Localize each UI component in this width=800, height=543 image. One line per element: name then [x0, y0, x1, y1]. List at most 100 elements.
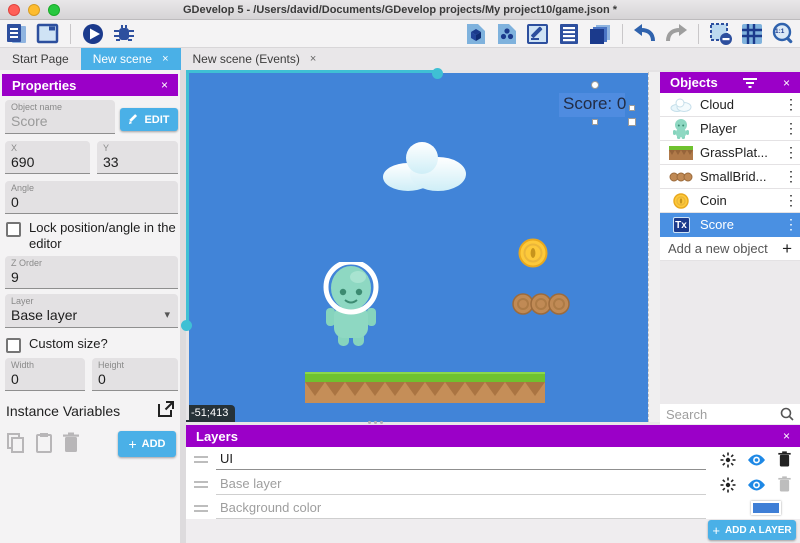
edit-button[interactable]: EDIT: [120, 108, 178, 131]
add-variable-button[interactable]: + ADD: [118, 431, 176, 457]
canvas-right-scroll-track[interactable]: [648, 72, 660, 422]
drag-handle-icon[interactable]: [368, 421, 383, 424]
object-item-player[interactable]: Player ⋮: [660, 117, 800, 141]
angle-field[interactable]: Angle 0: [5, 181, 178, 214]
grid-icon[interactable]: [739, 22, 765, 46]
custom-size-checkbox[interactable]: [6, 338, 21, 353]
layer-row-base[interactable]: Base layer: [186, 472, 800, 497]
search-input[interactable]: [666, 407, 780, 422]
trash-icon[interactable]: [777, 476, 792, 493]
player-sprite[interactable]: [322, 262, 380, 350]
objects-search-bar: [660, 404, 800, 424]
horizontal-scrollbar-knob[interactable]: [432, 68, 443, 79]
layer-row-background-color[interactable]: Background color: [186, 497, 800, 519]
width-field[interactable]: Width 0: [5, 358, 85, 391]
layer-name-input[interactable]: UI: [216, 449, 706, 470]
visibility-icon[interactable]: [747, 453, 766, 467]
cloud-sprite[interactable]: [378, 140, 472, 192]
redo-icon[interactable]: [663, 22, 689, 46]
resize-handle-corner[interactable]: [628, 118, 636, 126]
debugger-icon[interactable]: [111, 22, 137, 46]
paste-icon[interactable]: [35, 432, 53, 454]
color-swatch[interactable]: [751, 501, 781, 515]
object-item-score[interactable]: Tx Score ⋮: [660, 213, 800, 237]
small-bridge-sprite[interactable]: [512, 292, 570, 316]
close-window-button[interactable]: [8, 4, 20, 16]
resize-handle-right[interactable]: [629, 105, 635, 111]
close-tab-icon[interactable]: ×: [310, 53, 316, 65]
score-text-object[interactable]: Score: 0: [563, 94, 626, 114]
trash-icon[interactable]: [62, 432, 80, 454]
objects-panel: Objects × Cloud ⋮ Player ⋮: [660, 72, 800, 425]
undo-icon[interactable]: [632, 22, 658, 46]
visibility-icon[interactable]: [747, 478, 766, 492]
kebab-menu-icon[interactable]: ⋮: [784, 192, 796, 209]
object-item-grassplatform[interactable]: GrassPlat... ⋮: [660, 141, 800, 165]
x-field[interactable]: X 690: [5, 141, 90, 174]
pencil-icon: [128, 114, 139, 125]
plus-icon: +: [782, 239, 792, 259]
instances-list-icon[interactable]: [556, 22, 582, 46]
layer-value: Base layer: [11, 307, 172, 323]
layers-title: Layers: [196, 429, 238, 444]
play-preview-icon[interactable]: [80, 22, 106, 46]
layer-name-input[interactable]: Base layer: [216, 474, 706, 495]
effects-icon[interactable]: [720, 452, 736, 468]
y-field[interactable]: Y 33: [97, 141, 178, 174]
lock-position-checkbox[interactable]: [6, 222, 21, 237]
close-icon[interactable]: ×: [783, 429, 790, 443]
project-manager-icon[interactable]: [4, 22, 30, 46]
background-color-label: Background color: [216, 498, 706, 519]
edit-object-groups-icon[interactable]: [494, 22, 520, 46]
vertical-scrollbar-knob[interactable]: [181, 320, 192, 331]
edit-scene-properties-icon[interactable]: [525, 22, 551, 46]
tab-new-scene-events[interactable]: New scene (Events) ×: [181, 48, 329, 70]
open-in-new-icon[interactable]: [157, 400, 175, 418]
close-tab-icon[interactable]: ×: [162, 53, 168, 65]
rotate-handle[interactable]: [591, 81, 599, 89]
height-field[interactable]: Height 0: [92, 358, 178, 391]
trash-icon[interactable]: [777, 451, 792, 468]
add-object-label: Add a new object: [668, 241, 768, 256]
tab-label: New scene (Events): [193, 52, 300, 66]
effects-icon[interactable]: [720, 477, 736, 493]
copy-icon[interactable]: [6, 432, 26, 454]
scene-canvas[interactable]: Score: 0: [186, 72, 648, 422]
delete-instances-icon[interactable]: [708, 22, 734, 46]
filter-icon[interactable]: [743, 78, 757, 88]
layer-row-ui[interactable]: UI: [186, 447, 800, 472]
layers-panel-icon[interactable]: [587, 22, 613, 46]
vertical-scrollbar-thumb[interactable]: [186, 70, 189, 326]
layer-select[interactable]: Layer Base layer ▾: [5, 294, 178, 328]
preview-window-icon[interactable]: [35, 22, 61, 46]
close-icon[interactable]: ×: [161, 78, 168, 92]
zoom-1-1-label: 1:1: [775, 28, 784, 35]
coin-sprite[interactable]: [518, 238, 548, 268]
kebab-menu-icon[interactable]: ⋮: [784, 120, 796, 137]
close-icon[interactable]: ×: [783, 76, 790, 90]
z-order-field[interactable]: Z Order 9: [5, 256, 178, 289]
drag-handle-icon[interactable]: [194, 481, 210, 488]
plus-icon: +: [128, 436, 136, 452]
tab-start-page[interactable]: Start Page: [0, 48, 81, 70]
horizontal-scrollbar-thumb[interactable]: [186, 70, 438, 73]
drag-handle-icon[interactable]: [194, 456, 210, 463]
object-item-smallbridge[interactable]: SmallBrid... ⋮: [660, 165, 800, 189]
object-item-cloud[interactable]: Cloud ⋮: [660, 93, 800, 117]
add-a-layer-button[interactable]: + ADD A LAYER: [708, 520, 796, 540]
grass-platform-sprite[interactable]: [305, 372, 545, 403]
kebab-menu-icon[interactable]: ⋮: [784, 96, 796, 113]
minimize-window-button[interactable]: [28, 4, 40, 16]
maximize-window-button[interactable]: [48, 4, 60, 16]
edit-objects-icon[interactable]: [463, 22, 489, 46]
layer-label: Layer: [11, 296, 172, 307]
zoom-1-1-icon[interactable]: 1:1: [770, 22, 796, 46]
resize-handle-bottom[interactable]: [592, 119, 598, 125]
drag-handle-icon[interactable]: [194, 505, 210, 512]
tab-new-scene[interactable]: New scene ×: [81, 48, 181, 70]
kebab-menu-icon[interactable]: ⋮: [784, 144, 796, 161]
object-item-coin[interactable]: Coin ⋮: [660, 189, 800, 213]
add-new-object-row[interactable]: Add a new object +: [660, 237, 800, 261]
kebab-menu-icon[interactable]: ⋮: [784, 216, 796, 233]
kebab-menu-icon[interactable]: ⋮: [784, 168, 796, 185]
